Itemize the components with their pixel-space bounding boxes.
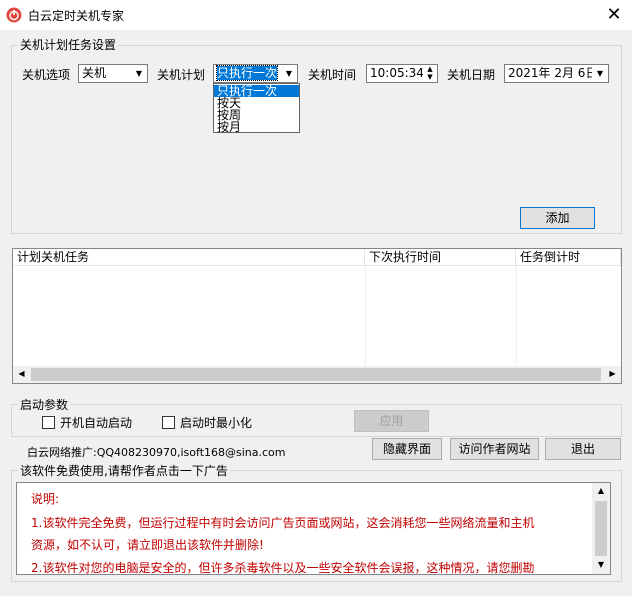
ad-textbox[interactable]: 说明: 1.该软件完全免费，但运行过程中有时会访问广告页面或网站，这会消耗您一些… xyxy=(16,482,611,575)
plan-select-value: 只执行一次 xyxy=(215,65,279,81)
column-line xyxy=(516,266,517,366)
ad-title: 该软件免费使用,请帮作者点击一下广告 xyxy=(18,462,230,479)
plan-option[interactable]: 按月 xyxy=(214,121,299,133)
chevron-down-icon: ▼ xyxy=(131,65,147,82)
auto-start-label[interactable]: 开机自动启动 xyxy=(60,414,132,431)
time-picker[interactable]: 10:05:34 ▲ ▼ xyxy=(366,64,438,83)
horizontal-scrollbar[interactable]: ◀ ▶ xyxy=(13,366,621,383)
column-header-countdown[interactable]: 任务倒计时 xyxy=(516,249,621,266)
scroll-down-icon[interactable]: ▼ xyxy=(592,557,610,574)
column-header-next-run[interactable]: 下次执行时间 xyxy=(365,249,516,266)
add-button[interactable]: 添加 xyxy=(520,207,595,229)
hide-button[interactable]: 隐藏界面 xyxy=(372,438,442,460)
promo-text: 白云网络推广:QQ408230970,isoft168@sina.com xyxy=(27,446,286,459)
plan-label: 关机计划 xyxy=(157,68,206,82)
startup-title: 启动参数 xyxy=(18,396,71,413)
minimize-checkbox[interactable] xyxy=(162,416,175,429)
task-list[interactable]: 计划关机任务 下次执行时间 任务倒计时 ◀ ▶ xyxy=(12,248,622,384)
exit-button[interactable]: 退出 xyxy=(545,438,621,460)
plan-dropdown-list: 只执行一次 按天 按周 按月 xyxy=(213,83,300,133)
close-icon[interactable]: ✕ xyxy=(602,4,626,26)
column-line xyxy=(365,266,366,366)
date-picker[interactable]: 2021年 2月 6日 ▼ xyxy=(504,64,609,83)
scroll-left-icon[interactable]: ◀ xyxy=(13,366,30,383)
plan-select[interactable]: 只执行一次 ▼ xyxy=(213,64,298,83)
option-select-value: 关机 xyxy=(82,66,107,80)
spin-arrows-icon[interactable]: ▲ ▼ xyxy=(423,65,437,82)
time-value: 10:05:34 xyxy=(370,66,424,80)
minimize-label[interactable]: 启动时最小化 xyxy=(180,414,252,431)
scroll-thumb[interactable] xyxy=(31,368,601,381)
task-settings-title: 关机计划任务设置 xyxy=(18,36,119,53)
vertical-scrollbar[interactable]: ▲ ▼ xyxy=(592,483,610,574)
ad-line: 说明: xyxy=(31,492,60,506)
ad-line: 2.该软件对您的电脑是安全的，但许多杀毒软件以及一些安全软件会误报，这种情况，请… xyxy=(31,561,535,575)
ad-line: 资源，如不认可，请立即退出该软件并删除! xyxy=(31,538,264,552)
option-label: 关机选项 xyxy=(22,68,71,82)
power-icon xyxy=(6,7,22,23)
option-select[interactable]: 关机 ▼ xyxy=(78,64,148,83)
chevron-down-icon: ▼ xyxy=(592,65,608,82)
apply-button[interactable]: 应用 xyxy=(354,410,429,432)
window-title: 白云定时关机专家 xyxy=(28,9,125,23)
visit-site-button[interactable]: 访问作者网站 xyxy=(450,438,539,460)
time-label: 关机时间 xyxy=(308,68,357,82)
scroll-thumb[interactable] xyxy=(595,501,607,556)
chevron-down-icon: ▼ xyxy=(281,65,297,82)
title-bar: 白云定时关机专家 ✕ xyxy=(0,0,632,30)
scroll-up-icon[interactable]: ▲ xyxy=(592,483,610,500)
date-value: 2021年 2月 6日 xyxy=(508,66,598,80)
date-label: 关机日期 xyxy=(447,68,496,82)
scroll-right-icon[interactable]: ▶ xyxy=(604,366,621,383)
column-header-task[interactable]: 计划关机任务 xyxy=(13,249,365,266)
ad-line: 1.该软件完全免费，但运行过程中有时会访问广告页面或网站，这会消耗您一些网络流量… xyxy=(31,516,535,530)
auto-start-checkbox[interactable] xyxy=(42,416,55,429)
